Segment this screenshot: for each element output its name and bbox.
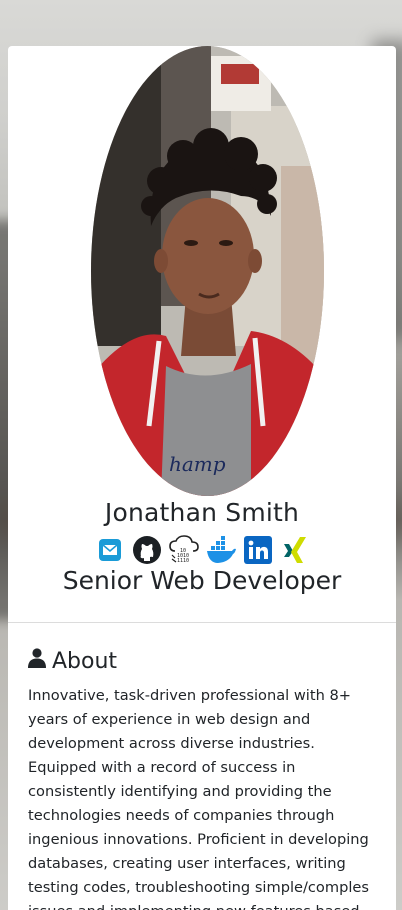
svg-text:1110: 1110 xyxy=(177,558,189,564)
xing-icon[interactable] xyxy=(279,534,311,566)
profile-card: hamp Jonathan Smith 10 1010 1110 Senior … xyxy=(8,46,396,910)
email-icon[interactable] xyxy=(94,534,126,566)
about-heading-text: About xyxy=(52,648,118,674)
profile-role: Senior Web Developer xyxy=(62,566,342,595)
user-icon xyxy=(28,648,46,674)
section-divider xyxy=(8,622,396,623)
svg-text:hamp: hamp xyxy=(169,452,226,476)
profile-name: Jonathan Smith xyxy=(104,498,300,527)
social-links: 10 1010 1110 xyxy=(8,533,396,567)
cloud-binary-icon[interactable]: 10 1010 1110 xyxy=(168,534,200,566)
github-icon[interactable] xyxy=(131,534,163,566)
profile-photo: hamp xyxy=(91,46,324,496)
linkedin-icon[interactable] xyxy=(242,534,274,566)
about-heading: About xyxy=(28,648,117,674)
about-text: Innovative, task-driven professional wit… xyxy=(28,687,369,910)
docker-icon[interactable] xyxy=(205,534,237,566)
